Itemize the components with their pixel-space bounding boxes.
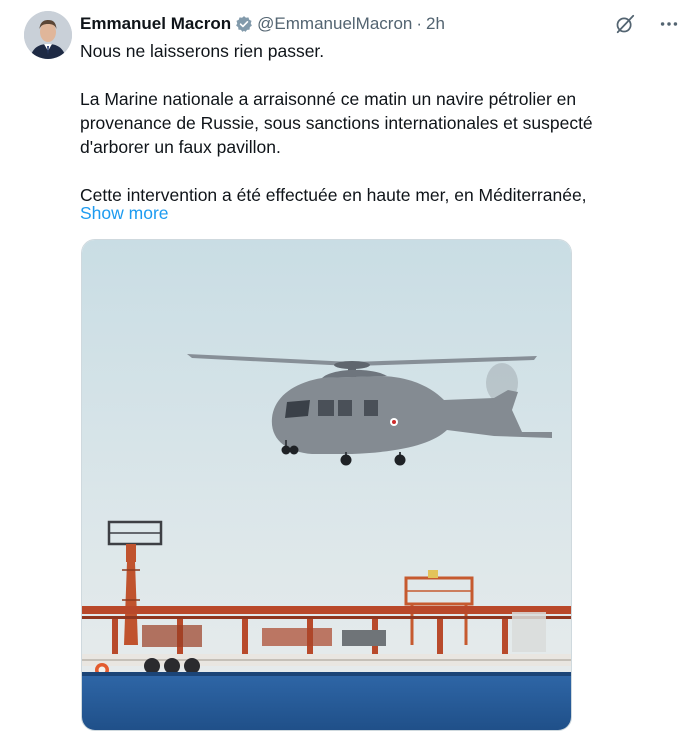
separator-dot: · xyxy=(416,14,423,33)
tweet-actions xyxy=(608,10,686,38)
timestamp[interactable]: 2h xyxy=(426,14,445,34)
tweet-photo[interactable] xyxy=(81,239,572,731)
avatar[interactable] xyxy=(24,11,72,59)
author-name[interactable]: Emmanuel Macron xyxy=(80,14,231,34)
author-handle[interactable]: @EmmanuelMacron xyxy=(257,14,412,34)
avatar-image xyxy=(24,11,72,59)
tweet-header: Emmanuel Macron @EmmanuelMacron · 2h xyxy=(80,13,445,35)
more-icon[interactable] xyxy=(652,10,686,38)
verified-badge-icon[interactable] xyxy=(235,15,253,33)
tweet[interactable]: Emmanuel Macron @EmmanuelMacron · 2h Nou… xyxy=(0,0,700,744)
grok-icon[interactable] xyxy=(608,10,642,38)
show-more-link[interactable]: Show more xyxy=(80,201,169,225)
tweet-paragraph: La Marine nationale a arraisonné ce mati… xyxy=(80,89,593,157)
tweet-text: Nous ne laisserons rien passer. La Marin… xyxy=(80,39,640,207)
helicopter-over-tanker-image xyxy=(82,240,571,730)
tweet-paragraph: Nous ne laisserons rien passer. xyxy=(80,41,325,61)
